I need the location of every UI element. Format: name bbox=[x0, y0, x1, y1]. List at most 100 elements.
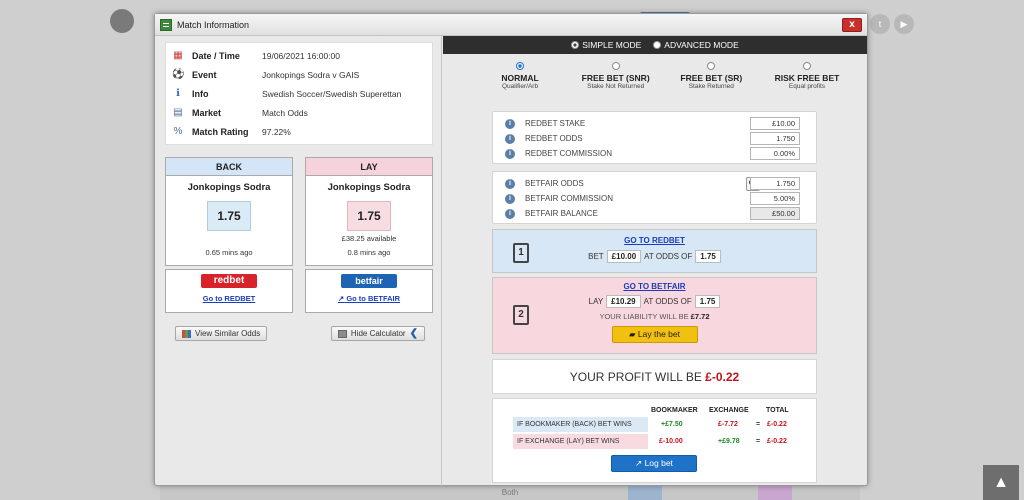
mode-risk-free-bet[interactable]: RISK FREE BET Equal profits bbox=[767, 62, 847, 100]
go-to-redbet-step-link[interactable]: GO TO REDBET bbox=[493, 236, 816, 245]
close-button[interactable]: x bbox=[842, 18, 862, 32]
back-team: Jonkopings Sodra bbox=[187, 182, 271, 193]
redbet-box: redbet Go to REDBET bbox=[165, 269, 293, 313]
redbet-odds-label: REDBET ODDS bbox=[525, 134, 583, 143]
help-icon[interactable]: i bbox=[505, 193, 515, 204]
mode-free-bet-snr[interactable]: FREE BET (SNR) Stake Not Returned bbox=[576, 62, 656, 100]
mode-title: NORMAL bbox=[501, 73, 539, 83]
twitter-icon: t bbox=[870, 14, 890, 34]
mode-free-bet-snr-radio[interactable] bbox=[611, 62, 620, 70]
help-icon[interactable]: i bbox=[505, 178, 515, 189]
col-bookmaker: BOOKMAKER bbox=[651, 407, 698, 414]
mode-bar: SIMPLE MODE ADVANCED MODE bbox=[443, 36, 867, 54]
profit-value: £-0.22 bbox=[705, 370, 740, 384]
simple-mode-label: SIMPLE MODE bbox=[582, 40, 642, 50]
info-label: Match Rating bbox=[192, 126, 249, 137]
go-to-redbet-link[interactable]: Go to REDBET bbox=[166, 294, 292, 303]
lay-header: LAY bbox=[306, 158, 432, 176]
summary-row-lay-wins: IF EXCHANGE (LAY) BET WINS £-10.00 +£9.7… bbox=[513, 434, 793, 449]
redbet-commission-row: i REDBET COMMISSION 0.00% bbox=[493, 146, 816, 161]
log-bet-label: Log bet bbox=[644, 458, 673, 468]
youtube-icon: ▶ bbox=[894, 14, 914, 34]
redbet-commission-input[interactable]: 0.00% bbox=[750, 147, 800, 160]
total-result: £-0.22 bbox=[767, 421, 787, 428]
profit-label: YOUR PROFIT WILL BE bbox=[569, 370, 702, 384]
liability-text: YOUR LIABILITY WILL BE £7.72 bbox=[493, 312, 816, 321]
chevron-left-icon: ❮ bbox=[409, 328, 418, 339]
hide-calculator-button[interactable]: Hide Calculator ❮ bbox=[330, 326, 425, 341]
advanced-mode-option[interactable]: ADVANCED MODE bbox=[653, 40, 739, 50]
calculator-panel: SIMPLE MODE ADVANCED MODE NORMAL Qualifi… bbox=[443, 36, 867, 483]
back-odds-value: 1.75 bbox=[695, 250, 721, 263]
help-icon[interactable]: i bbox=[505, 118, 515, 129]
mode-subtitle: Stake Returned bbox=[688, 83, 734, 90]
lay-odds-value: 1.75 bbox=[694, 295, 721, 308]
betfair-odds-label: BETFAIR ODDS bbox=[525, 179, 584, 188]
simple-mode-radio[interactable] bbox=[571, 41, 580, 49]
betfair-odds-row: i BETFAIR ODDS ⟳ 1.750 bbox=[493, 176, 816, 191]
monkey-logo-icon bbox=[110, 8, 134, 33]
redbet-odds-input[interactable]: 1.750 bbox=[750, 132, 800, 145]
exchange-result: £-7.72 bbox=[718, 421, 738, 428]
step-2-number: 2 bbox=[513, 305, 529, 325]
bookmaker-result: £-10.00 bbox=[659, 438, 683, 445]
go-to-betfair-step-link[interactable]: GO TO BETFAIR bbox=[493, 282, 816, 291]
back-stake-value: £10.00 bbox=[606, 250, 642, 263]
chart-line-icon: ↗ bbox=[635, 458, 643, 468]
summary-row-back-wins: IF BOOKMAKER (BACK) BET WINS +£7.50 £-7.… bbox=[513, 417, 793, 432]
info-row-event: ⚽ Event Jonkopings Sodra v GAIS bbox=[172, 65, 426, 84]
info-label: Info bbox=[192, 88, 209, 99]
mode-subtitle: Qualifier/Arb bbox=[501, 83, 539, 90]
odds-row: BACK Jonkopings Sodra 1.75 0.65 mins ago… bbox=[165, 157, 435, 266]
lay-label: LAY bbox=[588, 297, 604, 306]
bottom-table-label: Both bbox=[160, 485, 860, 500]
redbet-stake-input[interactable]: £10.00 bbox=[750, 117, 800, 130]
view-similar-odds-button[interactable]: View Similar Odds bbox=[175, 326, 268, 341]
profit-display: YOUR PROFIT WILL BE £-0.22 bbox=[492, 359, 817, 394]
simple-mode-option[interactable]: SIMPLE MODE bbox=[571, 40, 641, 50]
help-icon[interactable]: i bbox=[505, 148, 515, 159]
exchange-inputs-panel: i BETFAIR ODDS ⟳ 1.750 i BETFAIR COMMISS… bbox=[492, 171, 817, 224]
betfair-balance-label: BETFAIR BALANCE bbox=[525, 209, 598, 218]
bookmaker-result: +£7.50 bbox=[661, 421, 683, 428]
go-to-betfair-link[interactable]: ↗ Go to BETFAIR bbox=[306, 294, 432, 303]
back-header: BACK bbox=[166, 158, 292, 176]
mode-free-bet-sr[interactable]: FREE BET (SR) Stake Returned bbox=[671, 62, 751, 100]
mode-free-bet-sr-radio[interactable] bbox=[707, 62, 716, 70]
lay-updated-age: 0.8 mins ago bbox=[347, 248, 391, 257]
equals-sign: = bbox=[756, 421, 761, 428]
rating-icon: % bbox=[173, 125, 183, 137]
external-link-icon: ↗ bbox=[337, 294, 345, 303]
redbet-stake-row: i REDBET STAKE £10.00 bbox=[493, 116, 816, 131]
hide-calculator-label: Hide Calculator bbox=[350, 329, 406, 338]
bet-type-options: NORMAL Qualifier/Arb FREE BET (SNR) Stak… bbox=[443, 54, 867, 100]
redbet-logo[interactable]: redbet bbox=[201, 274, 257, 288]
market-icon: ▤ bbox=[173, 106, 183, 118]
mode-normal-radio[interactable] bbox=[516, 62, 524, 70]
lay-bet-instruction: LAY £10.29 AT ODDS OF 1.75 bbox=[493, 295, 816, 308]
view-similar-odds-label: View Similar Odds bbox=[195, 329, 261, 338]
mode-title: RISK FREE BET bbox=[774, 73, 840, 83]
calculator-icon bbox=[337, 329, 347, 338]
help-icon[interactable]: i bbox=[505, 208, 515, 219]
info-value: Match Odds bbox=[262, 107, 308, 118]
mode-normal[interactable]: NORMAL Qualifier/Arb bbox=[480, 62, 560, 100]
mode-subtitle: Equal profits bbox=[788, 83, 826, 90]
lay-team: Jonkopings Sodra bbox=[327, 182, 411, 193]
calendar-icon: ▦ bbox=[173, 49, 183, 61]
mode-risk-free-bet-radio[interactable] bbox=[802, 62, 811, 70]
advanced-mode-radio[interactable] bbox=[653, 41, 662, 49]
scroll-to-top-button[interactable]: ▲ bbox=[983, 465, 1019, 500]
summary-row-label: IF BOOKMAKER (BACK) BET WINS bbox=[513, 417, 648, 432]
lay-the-bet-button[interactable]: ▰ Lay the bet bbox=[611, 326, 698, 343]
betfair-commission-input[interactable]: 5.00% bbox=[750, 192, 800, 205]
lay-stake-value: £10.29 bbox=[606, 295, 641, 308]
log-bet-button[interactable]: ↗ Log bet bbox=[611, 455, 697, 472]
betfair-logo[interactable]: betfair bbox=[341, 274, 397, 288]
info-row-rating: % Match Rating 97.22% bbox=[172, 122, 426, 141]
help-icon[interactable]: i bbox=[505, 133, 515, 144]
back-available bbox=[166, 234, 292, 244]
bet-label: BET bbox=[588, 252, 604, 261]
betfair-commission-label: BETFAIR COMMISSION bbox=[525, 194, 614, 203]
betfair-odds-input[interactable]: 1.750 bbox=[750, 177, 800, 190]
